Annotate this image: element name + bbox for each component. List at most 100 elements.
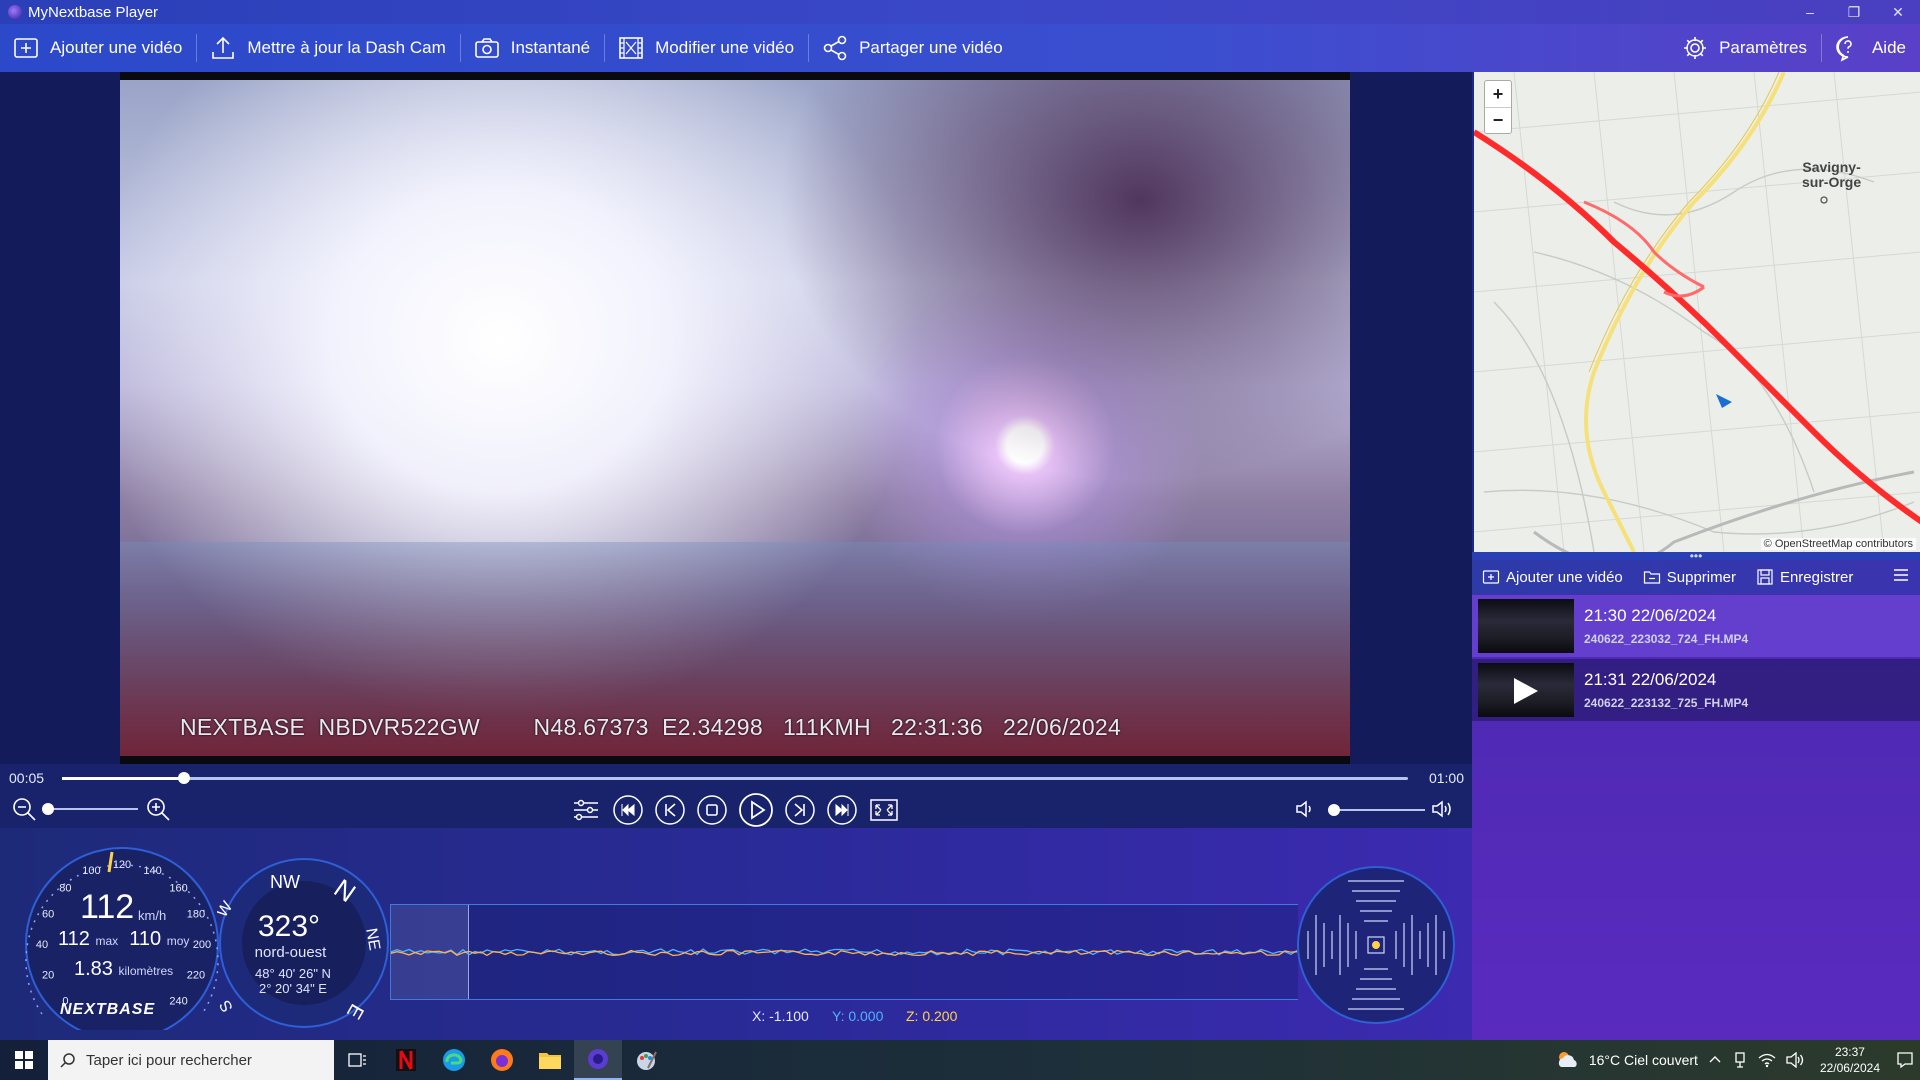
compass-s-label: S — [217, 997, 237, 1015]
speaker-icon[interactable] — [1786, 1052, 1804, 1068]
previous-file-icon[interactable] — [612, 794, 644, 826]
gsensor-y-value: Y: 0.000 — [832, 1008, 884, 1024]
video-thumbnail — [1478, 663, 1574, 717]
minimize-button[interactable]: – — [1788, 0, 1832, 24]
folder-icon — [539, 1053, 561, 1069]
speed-tick-label: 100 — [82, 865, 100, 877]
taskbar-search[interactable]: Taper ici pour rechercher — [48, 1040, 334, 1080]
right-panel: + − Savigny- sur-Orge © OpenStreetMap co… — [1472, 72, 1920, 1040]
seek-handle[interactable] — [178, 772, 191, 784]
taskbar-app-file-explorer[interactable] — [526, 1040, 574, 1080]
edit-video-label: Modifier une vidéo — [655, 38, 795, 57]
taskbar-app-edge[interactable] — [430, 1040, 478, 1080]
seek-slider[interactable] — [62, 772, 1408, 784]
wifi-icon[interactable] — [1758, 1052, 1776, 1068]
play-icon — [1514, 678, 1538, 704]
settings-button[interactable]: Paramètres — [1669, 24, 1821, 72]
map-zoom-control: + − — [1484, 80, 1512, 134]
share-video-button[interactable]: Partager une vidéo — [809, 24, 1017, 72]
system-tray: 16°C Ciel couvert 23:37 22/06/2024 — [1555, 1040, 1920, 1080]
playlist-item[interactable]: 21:30 22/06/2024 240622_223032_724_FH.MP… — [1472, 595, 1920, 657]
distance-label: kilomètres — [118, 964, 174, 978]
share-icon — [823, 35, 847, 61]
map-zoom-out-button[interactable]: − — [1485, 107, 1511, 133]
telemetry-dashboard: 0 20 40 60 80 100 120 140 160 180 200 220 240 112 km… — [0, 828, 1472, 1040]
playlist-item[interactable]: 21:31 22/06/2024 240622_223132_725_FH.MP… — [1472, 659, 1920, 721]
notification-center-icon[interactable] — [1896, 1051, 1914, 1069]
playlist-delete-button[interactable]: Supprimer — [1633, 568, 1746, 586]
system-clock[interactable]: 23:37 22/06/2024 — [1814, 1044, 1886, 1076]
speed-tick-label: 180 — [187, 908, 205, 920]
speed-tick-label: 40 — [36, 939, 48, 951]
usb-device-icon[interactable] — [1732, 1052, 1748, 1068]
speed-tick-label: 220 — [187, 970, 205, 982]
map-view[interactable]: + − Savigny- sur-Orge © OpenStreetMap co… — [1472, 72, 1920, 552]
volume-slider[interactable] — [1328, 804, 1425, 816]
heading-degrees: 323° — [258, 910, 321, 943]
weather-text: 16°C Ciel couvert — [1588, 1052, 1698, 1068]
zoom-out-icon[interactable] — [11, 796, 37, 822]
gsensor-z-value: Z: 0.200 — [906, 1008, 958, 1024]
restore-button[interactable]: ❐ — [1832, 0, 1876, 24]
previous-frame-icon[interactable] — [654, 794, 686, 826]
windows-taskbar: Taper ici pour rechercher 16°C Ciel couv… — [0, 1040, 1920, 1080]
window-title: MyNextbase Player — [28, 3, 159, 21]
map-attribution[interactable]: © OpenStreetMap contributors — [1760, 538, 1916, 550]
chevron-up-icon[interactable] — [1708, 1053, 1722, 1067]
firefox-icon — [491, 1049, 513, 1071]
help-button[interactable]: Aide — [1822, 24, 1920, 72]
map-zoom-in-button[interactable]: + — [1485, 81, 1511, 107]
close-button[interactable]: ✕ — [1876, 0, 1920, 24]
playlist-menu-button[interactable] — [1892, 566, 1920, 588]
taskbar-app-netflix[interactable] — [382, 1040, 430, 1080]
speed-value: 112 — [80, 888, 135, 926]
nextbase-logo: NEXTBASE — [60, 1001, 156, 1018]
distance: 1.83 kilomètres — [74, 958, 173, 981]
camera-icon — [474, 38, 499, 58]
taskbar-app-firefox[interactable] — [478, 1040, 526, 1080]
playlist-item-time: 21:30 22/06/2024 — [1584, 606, 1717, 625]
update-dashcam-button[interactable]: Mettre à jour la Dash Cam — [197, 24, 459, 72]
avg-speed-value: 110 — [129, 928, 162, 950]
help-label: Aide — [1871, 38, 1906, 57]
upload-icon — [212, 36, 235, 59]
add-video-button[interactable]: Ajouter une vidéo — [0, 24, 196, 72]
next-frame-icon[interactable] — [784, 794, 816, 826]
panel-splitter[interactable]: ••• — [1472, 549, 1920, 563]
equalizer-icon[interactable] — [570, 794, 602, 826]
video-player[interactable]: NEXTBASE NBDVR522GW N48.67373 E2.34298 1… — [120, 72, 1350, 764]
zoom-handle[interactable] — [42, 803, 54, 815]
video-thumbnail — [1478, 599, 1574, 653]
weather-widget[interactable]: 16°C Ciel couvert — [1555, 1049, 1698, 1071]
seek-progress-fill — [62, 777, 185, 780]
volume-up-icon[interactable] — [1430, 798, 1456, 820]
timeline-bar: 00:05 01:00 — [0, 764, 1472, 792]
taskbar-app-mynextbase[interactable] — [574, 1040, 622, 1080]
playlist-add-video-button[interactable]: Ajouter une vidéo — [1472, 568, 1633, 586]
cloudy-weather-icon — [1558, 1052, 1577, 1067]
speed-tick-label: 200 — [193, 939, 211, 951]
taskbar-app-paint[interactable] — [622, 1040, 670, 1080]
gsensor-graph[interactable] — [390, 904, 1298, 1000]
speed-stats: 112 max 110 moy — [58, 928, 189, 951]
gear-icon — [1684, 37, 1707, 59]
video-trees — [760, 80, 1350, 500]
speed-tick-label: 160 — [169, 882, 187, 894]
playlist-save-button[interactable]: Enregistrer — [1746, 568, 1863, 586]
gsensor-x-value: X: -1.100 — [752, 1008, 809, 1024]
volume-handle[interactable] — [1328, 804, 1340, 816]
start-button[interactable] — [0, 1040, 48, 1080]
edit-video-button[interactable]: Modifier une vidéo — [605, 24, 808, 72]
zoom-slider[interactable] — [42, 803, 138, 815]
task-view-button[interactable] — [334, 1040, 382, 1080]
edge-browser-icon — [443, 1049, 465, 1071]
zoom-in-icon[interactable] — [145, 796, 171, 822]
fullscreen-icon[interactable] — [868, 794, 900, 826]
folder-remove-icon — [1643, 571, 1660, 584]
volume-down-icon[interactable] — [1294, 798, 1316, 820]
snapshot-button[interactable]: Instantané — [461, 24, 604, 72]
stop-icon[interactable] — [696, 794, 728, 826]
play-icon[interactable] — [738, 792, 774, 828]
app-logo-icon — [8, 5, 22, 19]
next-file-icon[interactable] — [826, 794, 858, 826]
